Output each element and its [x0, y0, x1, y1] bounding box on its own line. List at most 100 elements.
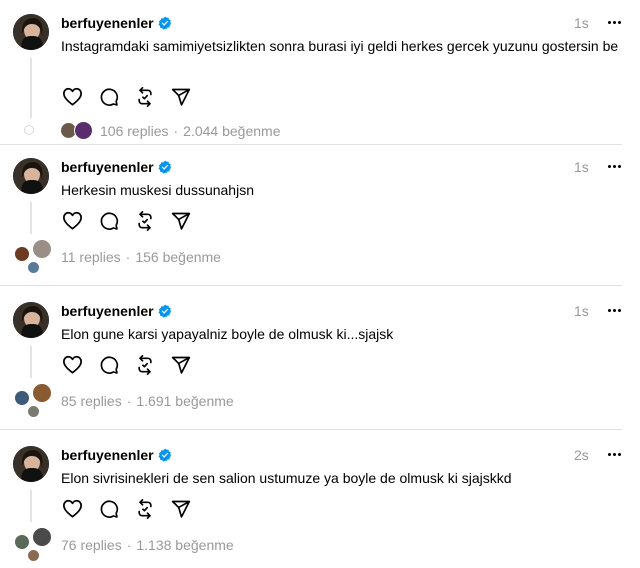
- send-icon: [171, 356, 190, 374]
- post-stats: 106 replies · 2.044 beğenme: [100, 122, 280, 140]
- post-stats: 11 replies · 156 beğenme: [61, 248, 221, 266]
- username[interactable]: berfuyenenler: [61, 14, 172, 32]
- post-time[interactable]: 2s: [574, 446, 589, 464]
- more-icon[interactable]: [603, 156, 625, 176]
- heart-icon: [62, 87, 82, 106]
- profile-photo-icon: [13, 446, 49, 482]
- share-button[interactable]: [169, 497, 192, 520]
- post-4: berfuyenenler 2s Elon sivrisinekleri de …: [0, 432, 640, 568]
- replies-count[interactable]: 11 replies: [61, 248, 121, 266]
- likes-count[interactable]: 2.044 beğenme: [183, 122, 280, 140]
- avatar[interactable]: [13, 302, 49, 338]
- post-text: Instagramdaki samimiyetsizlikten sonra b…: [61, 38, 619, 54]
- comment-icon: [100, 499, 118, 518]
- post-3: berfuyenenler 1s Elon gune karsi yapayal…: [0, 288, 640, 429]
- username[interactable]: berfuyenenler: [61, 446, 172, 464]
- reply-button[interactable]: [97, 85, 120, 108]
- reply-button[interactable]: [97, 497, 120, 520]
- replier-avatar: [32, 383, 52, 403]
- thread-line: [30, 490, 32, 522]
- verified-badge-icon: [158, 448, 171, 462]
- profile-photo-icon: [13, 302, 49, 338]
- comment-icon: [100, 87, 118, 106]
- repost-button[interactable]: [133, 353, 156, 376]
- repost-icon: [137, 210, 152, 231]
- like-button[interactable]: [61, 353, 84, 376]
- post-time[interactable]: 1s: [574, 14, 589, 32]
- more-icon[interactable]: [603, 300, 625, 320]
- share-button[interactable]: [169, 209, 192, 232]
- replier-avatar: [14, 246, 30, 262]
- username-text[interactable]: berfuyenenler: [61, 14, 154, 32]
- post-stats: 85 replies · 1.691 beğenme: [61, 392, 234, 410]
- repost-button[interactable]: [133, 497, 156, 520]
- repost-icon: [137, 86, 152, 107]
- send-icon: [171, 88, 190, 106]
- comment-icon: [100, 211, 118, 230]
- replier-avatar: [14, 534, 30, 550]
- post-text: Herkesin muskesi dussunahjsn: [61, 182, 254, 198]
- heart-icon: [62, 355, 82, 374]
- repost-icon: [137, 498, 152, 519]
- verified-badge-icon: [158, 16, 171, 30]
- post-time[interactable]: 1s: [574, 158, 589, 176]
- action-bar: [61, 497, 192, 520]
- repost-button[interactable]: [133, 85, 156, 108]
- profile-photo-icon: [13, 14, 49, 50]
- avatar[interactable]: [13, 158, 49, 194]
- likes-count[interactable]: 156 beğenme: [135, 248, 221, 266]
- replier-avatar: [32, 527, 52, 547]
- replies-count[interactable]: 106 replies: [100, 122, 169, 140]
- thread-line: [30, 346, 32, 378]
- verified-badge-icon: [158, 160, 171, 174]
- separator: ·: [126, 537, 132, 553]
- divider: [0, 429, 622, 430]
- replier-avatar: [74, 121, 93, 140]
- username-text[interactable]: berfuyenenler: [61, 446, 154, 464]
- avatar[interactable]: [13, 446, 49, 482]
- thread-end-circle: [24, 125, 34, 135]
- replier-avatar: [32, 239, 52, 259]
- thread-line: [30, 202, 32, 234]
- more-icon[interactable]: [603, 12, 625, 32]
- username-text[interactable]: berfuyenenler: [61, 302, 154, 320]
- separator: ·: [173, 123, 179, 139]
- action-bar: [61, 353, 192, 376]
- post-time[interactable]: 1s: [574, 302, 589, 320]
- replies-count[interactable]: 85 replies: [61, 392, 122, 410]
- like-button[interactable]: [61, 85, 84, 108]
- replier-avatar: [27, 405, 40, 418]
- reply-button[interactable]: [97, 353, 120, 376]
- username[interactable]: berfuyenenler: [61, 302, 172, 320]
- share-button[interactable]: [169, 353, 192, 376]
- separator: ·: [126, 393, 132, 409]
- avatar[interactable]: [13, 14, 49, 50]
- divider: [0, 285, 622, 286]
- heart-icon: [62, 211, 82, 230]
- post-1: berfuyenenler 1s Instagramdaki samimiyet…: [0, 0, 640, 140]
- replies-count[interactable]: 76 replies: [61, 536, 122, 554]
- replier-avatar: [27, 261, 40, 274]
- repost-icon: [137, 354, 152, 375]
- replier-avatar: [27, 549, 40, 562]
- replier-avatar: [14, 390, 30, 406]
- repost-button[interactable]: [133, 209, 156, 232]
- profile-photo-icon: [13, 158, 49, 194]
- action-bar: [61, 209, 192, 232]
- post-2: berfuyenenler 1s Herkesin muskesi dussun…: [0, 144, 640, 285]
- reply-button[interactable]: [97, 209, 120, 232]
- like-button[interactable]: [61, 209, 84, 232]
- likes-count[interactable]: 1.691 beğenme: [136, 392, 233, 410]
- thread-line: [30, 58, 32, 118]
- post-stats: 76 replies · 1.138 beğenme: [61, 536, 234, 554]
- username[interactable]: berfuyenenler: [61, 158, 172, 176]
- likes-count[interactable]: 1.138 beğenme: [136, 536, 233, 554]
- action-bar: [61, 85, 192, 108]
- more-icon[interactable]: [603, 444, 625, 464]
- username-text[interactable]: berfuyenenler: [61, 158, 154, 176]
- like-button[interactable]: [61, 497, 84, 520]
- heart-icon: [62, 499, 82, 518]
- verified-badge-icon: [158, 304, 171, 318]
- share-button[interactable]: [169, 85, 192, 108]
- post-text: Elon sivrisinekleri de sen salion ustumu…: [61, 470, 512, 486]
